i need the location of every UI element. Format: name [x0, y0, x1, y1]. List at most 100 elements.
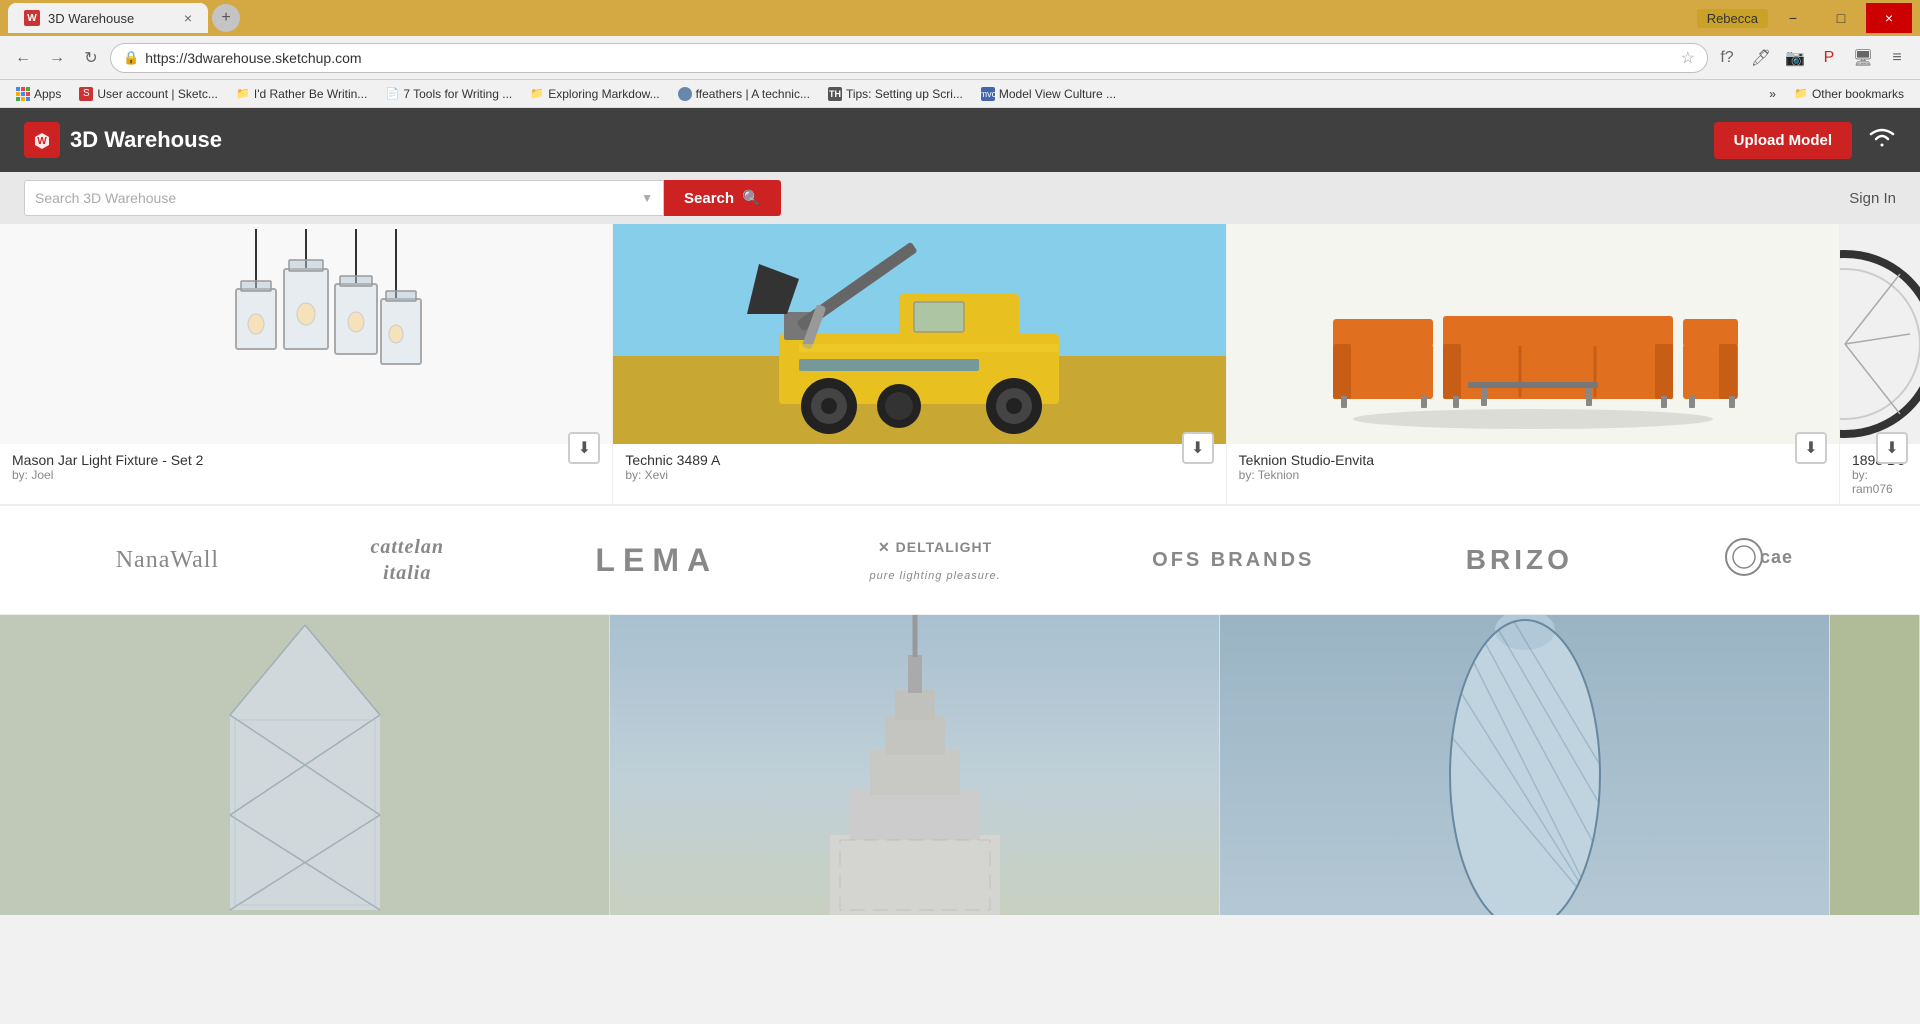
- address-bar-area: ← → ↻ 🔒 https://3dwarehouse.sketchup.com…: [0, 36, 1920, 80]
- building1-illustration: [0, 615, 609, 915]
- mvc-label: Model View Culture ...: [999, 87, 1116, 101]
- model-author-partial: by: ram076: [1852, 468, 1908, 496]
- ssl-lock-icon: 🔒: [123, 50, 139, 66]
- download-button-mason-jar[interactable]: ⬇: [568, 432, 600, 464]
- tips-badge: TH: [828, 87, 842, 101]
- building-card-2: [610, 615, 1220, 915]
- camera-icon[interactable]: 📷: [1780, 43, 1810, 73]
- building-card-4: [1830, 615, 1920, 915]
- model-image-partial: [1840, 224, 1920, 444]
- logo-area: W 3D Warehouse: [24, 122, 222, 158]
- bookmarks-more-button[interactable]: »: [1761, 85, 1784, 103]
- bookmark-star-icon[interactable]: ☆: [1681, 48, 1695, 68]
- model-image-technic: [613, 224, 1225, 444]
- building1-svg: [70, 615, 540, 915]
- browser-tab-active[interactable]: W 3D Warehouse ×: [8, 3, 208, 33]
- bookmark-rather-be-writing[interactable]: 📁 I'd Rather Be Writin...: [228, 85, 375, 103]
- model-info-teknion: Teknion Studio-Envita by: Teknion: [1227, 444, 1839, 490]
- models-grid: Mason Jar Light Fixture - Set 2 by: Joel…: [0, 224, 1920, 505]
- bookmark-7-tools[interactable]: 📄 7 Tools for Writing ...: [377, 85, 520, 103]
- search-button-label: Search: [684, 190, 734, 207]
- window-controls: Rebecca − □ ×: [1697, 3, 1912, 33]
- pinterest-icon[interactable]: P: [1814, 43, 1844, 73]
- brand-cattelan-label: cattelanitalia: [370, 534, 444, 586]
- model-card-mason-jar: Mason Jar Light Fixture - Set 2 by: Joel…: [0, 224, 613, 504]
- search-placeholder: Search 3D Warehouse: [35, 190, 641, 206]
- sofa-svg: [1313, 234, 1753, 434]
- model-author-mason-jar: by: Joel: [12, 468, 600, 482]
- new-tab-button[interactable]: +: [212, 4, 240, 32]
- search-dropdown-icon[interactable]: ▼: [641, 191, 653, 205]
- upload-model-button[interactable]: Upload Model: [1714, 122, 1852, 159]
- back-button[interactable]: ←: [8, 43, 38, 73]
- tab-close-button[interactable]: ×: [184, 10, 192, 26]
- bookmark-other-bookmarks[interactable]: 📁 Other bookmarks: [1786, 85, 1912, 103]
- bookmark-exploring-markdown[interactable]: 📁 Exploring Markdow...: [522, 85, 667, 103]
- brand-cae-label: cae: [1724, 537, 1804, 583]
- mvc-badge: mvc: [981, 87, 995, 101]
- building-card-3: [1220, 615, 1830, 915]
- download-button-technic[interactable]: ⬇: [1182, 432, 1214, 464]
- bookmark-tips[interactable]: TH Tips: Setting up Scri...: [820, 85, 971, 103]
- building-card-1: [0, 615, 610, 915]
- brand-nanawall[interactable]: NanaWall: [116, 547, 219, 574]
- close-button[interactable]: ×: [1866, 3, 1912, 33]
- bookmark-user-account[interactable]: S User account | Sketc...: [71, 85, 226, 103]
- model-info-technic: Technic 3489 A by: Xevi: [613, 444, 1225, 490]
- website-content: W 3D Warehouse Upload Model Search 3D Wa…: [0, 108, 1920, 915]
- search-bar-area: Search 3D Warehouse ▼ Search 🔍 Sign In: [0, 172, 1920, 224]
- brand-deltalight-label: ✕ DELTALIGHT pure lighting pleasure.: [869, 533, 1000, 587]
- other-bookmarks-label: Other bookmarks: [1812, 87, 1904, 101]
- brand-brizo[interactable]: BRIZO: [1466, 544, 1573, 576]
- bookmark-mvc[interactable]: mvc Model View Culture ...: [973, 85, 1124, 103]
- folder-icon-2: 📁: [530, 87, 544, 101]
- search-button[interactable]: Search 🔍: [664, 180, 781, 216]
- avatar-icon: [678, 87, 692, 101]
- lego-illustration: [613, 224, 1225, 444]
- brand-lema-label: LEMA: [595, 542, 718, 579]
- search-input-wrapper[interactable]: Search 3D Warehouse ▼: [24, 180, 664, 216]
- reload-button[interactable]: ↻: [76, 43, 106, 73]
- model-card-technic: Technic 3489 A by: Xevi ⬇: [613, 224, 1226, 504]
- forward-button[interactable]: →: [42, 43, 72, 73]
- site-header: W 3D Warehouse Upload Model: [0, 108, 1920, 172]
- 7-tools-label: 7 Tools for Writing ...: [403, 87, 512, 101]
- menu-icon[interactable]: ≡: [1882, 43, 1912, 73]
- tab-title: 3D Warehouse: [48, 11, 134, 26]
- browser-title-bar: W 3D Warehouse × + Rebecca − □ ×: [0, 0, 1920, 36]
- tips-label: Tips: Setting up Scri...: [846, 87, 963, 101]
- download-button-partial[interactable]: ⬇: [1876, 432, 1908, 464]
- bookmark-ffeathers[interactable]: ffeathers | A technic...: [670, 85, 818, 103]
- partial-svg: [1840, 224, 1920, 444]
- model-author-teknion: by: Teknion: [1239, 468, 1827, 482]
- buildings-grid: [0, 615, 1920, 915]
- minimize-button[interactable]: −: [1770, 3, 1816, 33]
- wifi-icon: [1868, 125, 1896, 155]
- lego-vehicle-svg: [699, 234, 1139, 434]
- download-button-teknion[interactable]: ⬇: [1795, 432, 1827, 464]
- eyedropper-icon[interactable]: 🖊: [1746, 43, 1776, 73]
- brand-ofs-brands[interactable]: OFS BRANDS: [1152, 549, 1314, 572]
- brand-brizo-label: BRIZO: [1466, 544, 1573, 576]
- folder-icon: 📁: [236, 87, 250, 101]
- header-right: Upload Model: [1714, 122, 1896, 159]
- tab-favicon: W: [24, 10, 40, 26]
- model-card-partial: 1898 De by: ram076 ⬇: [1840, 224, 1920, 504]
- building2-illustration: [610, 615, 1219, 915]
- brand-deltalight[interactable]: ✕ DELTALIGHT pure lighting pleasure.: [869, 533, 1000, 587]
- mason-jar-illustration: [0, 224, 612, 444]
- apps-label: Apps: [34, 87, 61, 101]
- svg-text:W: W: [37, 136, 47, 147]
- brand-cae[interactable]: cae: [1724, 537, 1804, 583]
- brand-cattelan-italia[interactable]: cattelanitalia: [370, 534, 444, 586]
- building3-svg: [1290, 615, 1760, 915]
- font-size-icon[interactable]: f?: [1712, 43, 1742, 73]
- cast-icon[interactable]: 🖥: [1848, 43, 1878, 73]
- sign-in-link[interactable]: Sign In: [1849, 190, 1896, 207]
- address-bar[interactable]: 🔒 https://3dwarehouse.sketchup.com ☆: [110, 43, 1708, 73]
- brand-lema[interactable]: LEMA: [595, 542, 718, 579]
- model-name-technic: Technic 3489 A: [625, 452, 1213, 468]
- svg-text:cae: cae: [1760, 547, 1793, 567]
- maximize-button[interactable]: □: [1818, 3, 1864, 33]
- bookmark-apps[interactable]: Apps: [8, 85, 69, 103]
